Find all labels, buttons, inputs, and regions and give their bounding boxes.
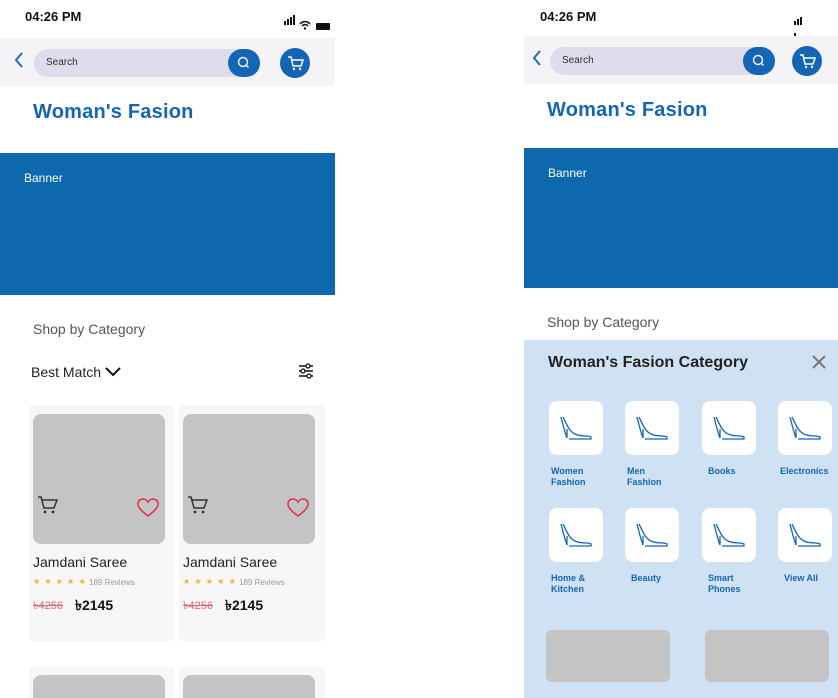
review-count: 189 Reviews — [89, 578, 135, 587]
category-label: Electronics — [780, 466, 829, 476]
search-bar: Search — [0, 38, 335, 86]
heart-icon[interactable] — [137, 498, 159, 518]
product-name[interactable]: Jamdani Saree — [33, 554, 127, 570]
cart-icon — [800, 54, 817, 69]
category-label: Men Fashion — [627, 466, 662, 487]
filter-icon — [299, 363, 313, 379]
search-button[interactable] — [228, 49, 260, 77]
screen-category-sheet: 04:26 PM Search Woman's Fasion Banner Sh… — [524, 0, 838, 698]
cart-button[interactable] — [280, 48, 310, 78]
shop-by-category-link[interactable]: Shop by Category — [547, 314, 659, 330]
sort-label: Best Match — [31, 364, 102, 380]
category-tile[interactable] — [625, 508, 679, 562]
category-tile[interactable] — [702, 401, 756, 455]
status-bar: 04:26 PM — [524, 0, 838, 48]
signal-icon — [284, 12, 296, 30]
product-card[interactable]: Jamdani Saree ★ ★ ★ ★ ★ 189 Reviews ৳425… — [179, 405, 325, 641]
wifi-icon — [299, 20, 311, 30]
banner-label: Banner — [24, 171, 63, 185]
search-button[interactable] — [743, 47, 775, 75]
cart-button[interactable] — [792, 46, 822, 76]
product-name[interactable]: Jamdani Saree — [183, 554, 277, 570]
heart-icon[interactable] — [287, 498, 309, 518]
search-icon — [752, 54, 764, 66]
status-time: 04:26 PM — [25, 9, 82, 24]
heel-icon — [636, 523, 668, 547]
filter-button[interactable] — [297, 362, 315, 380]
promo-banner[interactable]: Banner — [0, 153, 335, 295]
chevron-down-icon — [105, 367, 121, 377]
product-image[interactable] — [183, 414, 315, 544]
heel-icon — [789, 416, 821, 440]
status-bar: 04:26 PM — [0, 0, 335, 36]
rating-stars-icon: ★ ★ ★ ★ ★ — [33, 577, 87, 586]
category-sheet-title: Woman's Fasion Category — [548, 354, 748, 371]
heel-icon — [636, 416, 668, 440]
sale-price: ৳2145 — [75, 597, 114, 613]
category-tile[interactable] — [549, 508, 603, 562]
rating-stars-icon: ★ ★ ★ ★ ★ — [183, 577, 237, 586]
review-count: 189 Reviews — [239, 578, 285, 587]
battery-icon — [316, 23, 330, 30]
search-icon — [237, 56, 249, 68]
heel-icon — [560, 523, 592, 547]
back-icon[interactable] — [14, 50, 32, 74]
old-price: ৳4256 — [33, 597, 63, 616]
old-price-value: 4256 — [38, 600, 63, 612]
search-bar: Search — [524, 36, 838, 84]
banner-label: Banner — [548, 166, 587, 180]
page-title: Woman's Fasion — [547, 99, 708, 121]
old-price-value: 4256 — [188, 600, 213, 612]
search-placeholder: Search — [562, 55, 594, 66]
product-image[interactable] — [33, 675, 165, 698]
heel-icon — [560, 416, 592, 440]
category-bottom-sheet: Woman's Fasion Category Women Fashion Me… — [524, 340, 838, 698]
search-input[interactable]: Search — [34, 49, 260, 77]
product-card[interactable] — [179, 667, 325, 698]
category-label: Smart Phones — [708, 573, 741, 594]
category-tile[interactable] — [778, 401, 832, 455]
system-icons — [284, 12, 330, 30]
status-time: 04:26 PM — [540, 9, 597, 24]
product-image[interactable] — [183, 675, 315, 698]
category-tile[interactable] — [549, 401, 603, 455]
product-card[interactable] — [29, 667, 175, 698]
category-tile[interactable] — [778, 508, 832, 562]
search-input[interactable]: Search — [550, 47, 775, 75]
category-tile[interactable] — [625, 401, 679, 455]
shop-by-category-link[interactable]: Shop by Category — [33, 321, 145, 337]
category-label: Books — [708, 466, 736, 476]
promo-banner[interactable]: Banner — [524, 148, 838, 288]
back-icon[interactable] — [532, 48, 550, 72]
category-label: Women Fashion — [551, 466, 586, 487]
category-label: Home & Kitchen — [551, 573, 586, 594]
featured-placeholder[interactable] — [705, 630, 829, 682]
category-label: View All — [784, 573, 819, 583]
close-icon[interactable] — [811, 354, 827, 370]
product-card[interactable]: Jamdani Saree ★ ★ ★ ★ ★ 189 Reviews ৳425… — [29, 405, 175, 641]
sort-dropdown[interactable]: Best Match — [31, 364, 121, 380]
page-title: Woman's Fasion — [33, 101, 194, 123]
product-image[interactable] — [33, 414, 165, 544]
screen-product-list: 04:26 PM Search Woman's Fasion Banner Sh… — [0, 0, 335, 698]
category-tile[interactable] — [702, 508, 756, 562]
featured-placeholder[interactable] — [546, 630, 670, 682]
search-placeholder: Search — [46, 57, 78, 68]
heel-icon — [713, 416, 745, 440]
add-to-cart-icon[interactable] — [37, 494, 59, 516]
cart-icon — [288, 56, 305, 71]
category-label: Beauty — [631, 573, 662, 583]
old-price: ৳4256 — [183, 597, 213, 616]
heel-icon — [713, 523, 745, 547]
sale-price: ৳2145 — [225, 597, 264, 613]
add-to-cart-icon[interactable] — [187, 494, 209, 516]
heel-icon — [789, 523, 821, 547]
